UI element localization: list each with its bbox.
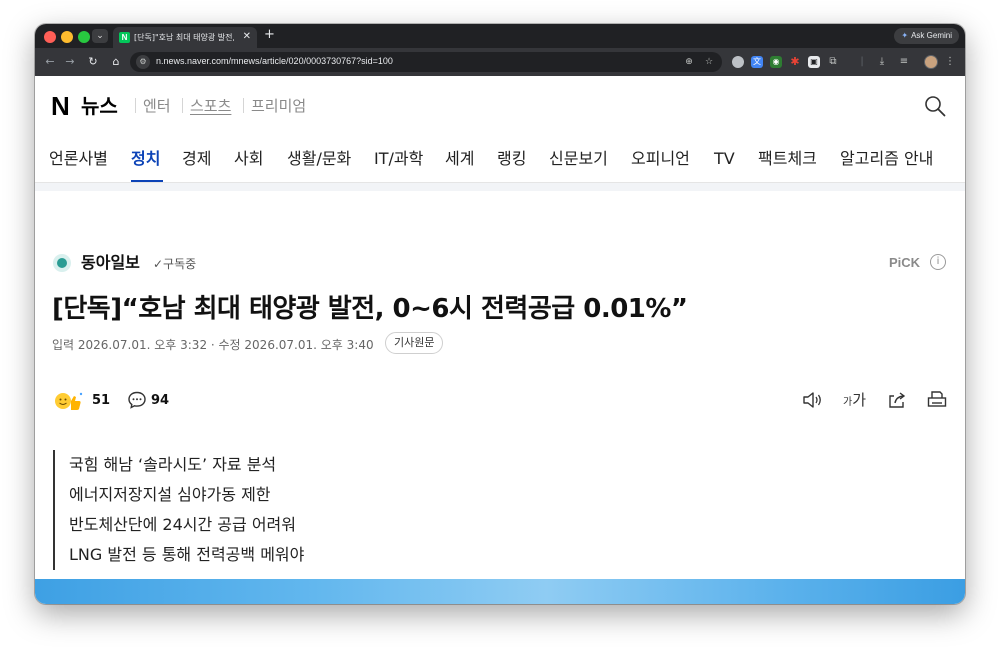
back-arrow-icon[interactable]: ←: [42, 54, 58, 70]
nav-item-it-science[interactable]: IT/과학: [374, 148, 423, 170]
naver-news-page: N 뉴스 엔터 스포츠 프리미엄 언론사별 정치 경제 사회 생활/문화 IT/…: [35, 76, 965, 604]
more-menu-icon[interactable]: ⋮: [943, 55, 957, 69]
article-photo: [35, 579, 965, 604]
address-bar[interactable]: ⚙ n.news.naver.com/mnews/article/020/000…: [130, 52, 722, 72]
article-summary: 국힘 해남 ‘솔라시도’ 자료 분석 에너지저장지설 심야가동 제한 반도체산단…: [53, 450, 304, 570]
article-dates: 입력 2026.07.01. 오후 3:32 · 수정 2026.07.01. …: [52, 338, 374, 352]
tab-title: [단독]"호남 최대 태양광 발전, 0~6시 전력공급 0.01%" : 네이…: [134, 33, 234, 42]
font-size-button[interactable]: 가가: [843, 390, 866, 413]
new-tab-button[interactable]: +: [264, 28, 275, 42]
divider: [135, 98, 136, 113]
pick-badge: PiCK: [889, 255, 921, 270]
print-icon[interactable]: [926, 389, 948, 411]
nav-item-newspaper[interactable]: 신문보기: [549, 148, 608, 170]
profile-avatar[interactable]: [924, 55, 938, 69]
divider: [243, 98, 244, 113]
home-icon[interactable]: ⌂: [108, 54, 124, 70]
nav-item-ranking[interactable]: 랭킹: [497, 148, 526, 170]
subscribe-status[interactable]: ✓구독중: [153, 256, 196, 272]
summary-line: 반도체산단에 24시간 공급 어려워: [69, 515, 296, 534]
speaker-icon[interactable]: [801, 389, 823, 411]
toolbar-divider: |: [860, 56, 864, 67]
press-name[interactable]: 동아일보: [81, 253, 140, 273]
naver-favicon-icon: N: [119, 32, 130, 43]
download-icon[interactable]: ⤓: [875, 55, 889, 69]
browser-toolbar: ← → ↻ ⌂ ⚙ n.news.naver.com/mnews/article…: [35, 48, 965, 76]
search-icon[interactable]: [924, 95, 946, 117]
original-article-button[interactable]: 기사원문: [385, 332, 444, 354]
forward-arrow-icon[interactable]: →: [62, 54, 78, 70]
font-size-big-label: 가: [852, 391, 867, 409]
extension-circle-icon[interactable]: [732, 56, 744, 68]
share-icon[interactable]: [886, 389, 908, 411]
url-text[interactable]: n.news.naver.com/mnews/article/020/00037…: [156, 56, 393, 66]
section-link-premium[interactable]: 프리미엄: [251, 96, 306, 116]
bookmark-star-icon[interactable]: ☆: [702, 55, 716, 69]
extension-square-icon[interactable]: ▣: [808, 56, 820, 68]
ask-gemini-button[interactable]: ✦ Ask Gemini: [894, 28, 959, 44]
press-logo[interactable]: [53, 254, 71, 272]
minimize-window-button[interactable]: [61, 31, 73, 43]
section-link-entertainment[interactable]: 엔터: [143, 96, 171, 116]
comment-count[interactable]: 94: [151, 392, 169, 410]
nav-item-tv[interactable]: TV: [714, 148, 735, 170]
nav-item-life-culture[interactable]: 생활/문화: [287, 148, 351, 170]
category-nav: 언론사별 정치 경제 사회 생활/문화 IT/과학 세계 랭킹 신문보기 오피니…: [35, 138, 965, 182]
zoom-icon[interactable]: ⊕: [682, 55, 696, 69]
tab-search-chevron-icon[interactable]: ⌄: [92, 29, 108, 43]
close-window-button[interactable]: [44, 31, 56, 43]
info-icon[interactable]: i: [930, 254, 946, 270]
ask-gemini-label: Ask Gemini: [911, 31, 952, 40]
font-size-small-label: 가: [843, 397, 853, 408]
maximize-window-button[interactable]: [78, 31, 90, 43]
summary-line: 에너지저장지설 심야가동 제한: [69, 485, 271, 504]
reaction-emoji-icon[interactable]: [53, 390, 85, 412]
nav-item-factcheck[interactable]: 팩트체크: [758, 148, 817, 170]
browser-tab[interactable]: N [단독]"호남 최대 태양광 발전, 0~6시 전력공급 0.01%" : …: [113, 27, 257, 48]
news-logo[interactable]: 뉴스: [81, 92, 118, 120]
summary-line: LNG 발전 등 통해 전력공백 메워야: [69, 545, 305, 564]
tab-close-icon[interactable]: ✕: [243, 31, 251, 42]
extensions-puzzle-icon[interactable]: ⧉: [827, 56, 839, 68]
gemini-sparkle-icon: ✦: [901, 31, 909, 40]
section-link-sports[interactable]: 스포츠: [190, 96, 231, 116]
nav-item-economy[interactable]: 경제: [182, 148, 211, 170]
comment-icon[interactable]: [127, 390, 147, 410]
reading-list-icon[interactable]: ≡: [897, 55, 911, 69]
site-info-icon[interactable]: ⚙: [136, 55, 150, 69]
nav-item-society[interactable]: 사회: [234, 148, 263, 170]
section-band: [35, 183, 965, 191]
naver-n-logo[interactable]: N: [51, 91, 70, 121]
nav-item-opinion[interactable]: 오피니언: [631, 148, 690, 170]
article-headline: [단독]“호남 최대 태양광 발전, 0~6시 전력공급 0.01%”: [52, 294, 688, 324]
extension-asterisk-icon[interactable]: ✱: [789, 56, 801, 68]
reload-icon[interactable]: ↻: [85, 54, 101, 70]
nav-item-world[interactable]: 세계: [445, 148, 474, 170]
nav-item-politics[interactable]: 정치: [131, 148, 160, 170]
reaction-count[interactable]: 51: [92, 392, 110, 410]
tab-strip: ⌄ N [단독]"호남 최대 태양광 발전, 0~6시 전력공급 0.01%" …: [35, 24, 965, 48]
extension-translate-icon[interactable]: 文: [751, 56, 763, 68]
nav-item-press[interactable]: 언론사별: [49, 148, 108, 170]
browser-window: ⌄ N [단독]"호남 최대 태양광 발전, 0~6시 전력공급 0.01%" …: [35, 24, 965, 604]
divider: [182, 98, 183, 113]
summary-line: 국힘 해남 ‘솔라시도’ 자료 분석: [69, 455, 277, 474]
nav-item-algorithm[interactable]: 알고리즘 안내: [840, 148, 933, 170]
extension-record-icon[interactable]: ◉: [770, 56, 782, 68]
